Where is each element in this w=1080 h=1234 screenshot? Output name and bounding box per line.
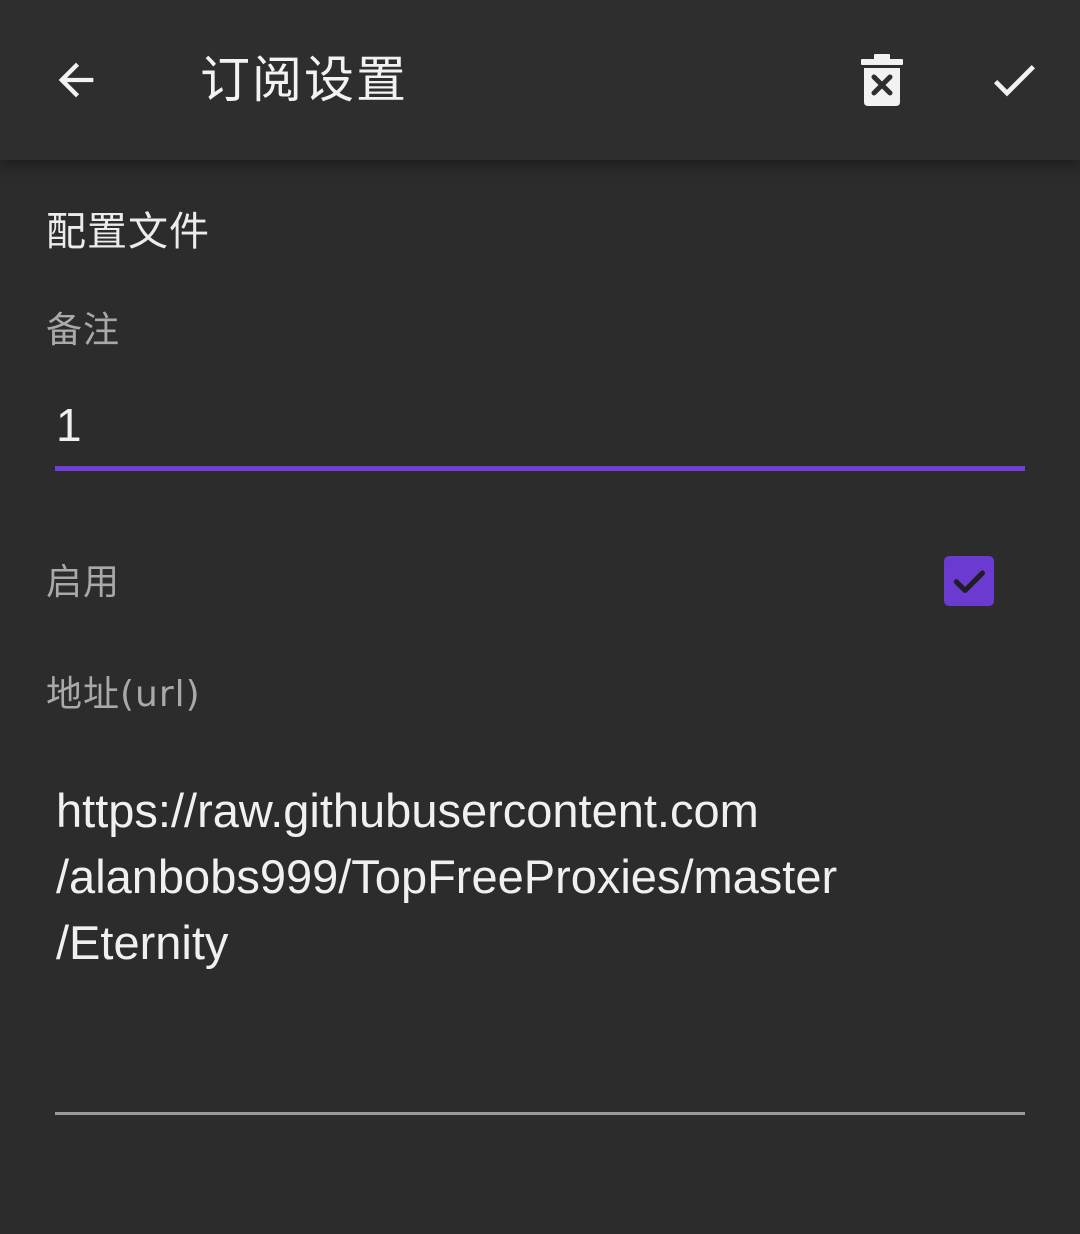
remark-label: 备注 <box>46 310 121 351</box>
url-label: 地址(url) <box>46 674 201 715</box>
remark-input-underline <box>55 466 1025 471</box>
url-input[interactable]: https://raw.githubusercontent.com /alanb… <box>56 778 1016 976</box>
save-button[interactable] <box>978 44 1050 116</box>
delete-button[interactable] <box>846 44 918 116</box>
top-app-bar: 订阅设置 <box>0 0 1080 160</box>
back-button[interactable] <box>40 44 112 116</box>
arrow-left-icon <box>58 62 94 98</box>
remark-input[interactable] <box>56 390 1024 460</box>
enable-checkbox[interactable] <box>944 556 994 606</box>
delete-icon <box>861 54 903 106</box>
page-title: 订阅设置 <box>200 51 408 109</box>
checkmark-icon <box>953 570 985 594</box>
subscription-settings-screen: 订阅设置 配置文件 备注 启用 地址(url) https://raw.gith… <box>0 0 1080 1234</box>
url-input-underline <box>55 1112 1025 1115</box>
section-title: 配置文件 <box>46 209 210 255</box>
check-icon <box>993 65 1035 97</box>
enable-label: 启用 <box>46 562 121 603</box>
